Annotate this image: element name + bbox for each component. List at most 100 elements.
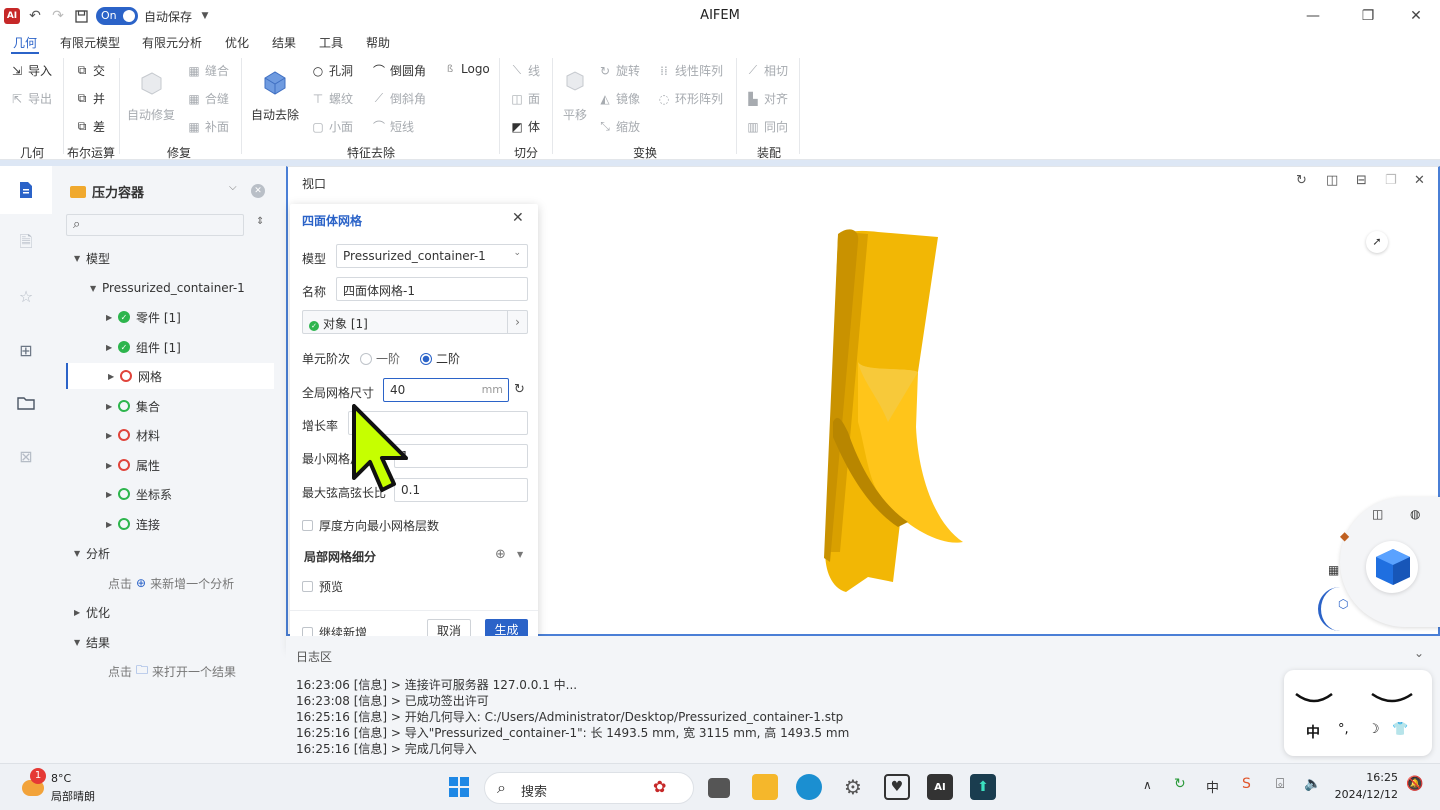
tree-search-input[interactable]: ⌕ — [66, 214, 244, 236]
tree-item-sets[interactable]: ▶ 集合 — [52, 393, 274, 419]
menu-geometry[interactable]: 几何 — [13, 34, 37, 51]
add-refine-icon[interactable]: ⊕ — [495, 547, 506, 562]
rotate-button[interactable]: ↻ 旋转 — [598, 62, 640, 79]
auto-remove-button[interactable]: 自动去除 — [251, 66, 299, 123]
float-window-icon[interactable]: ❐ — [1385, 173, 1397, 188]
start-icon[interactable] — [446, 774, 472, 800]
settings-gear-icon[interactable]: ⚙ — [840, 774, 866, 800]
security-icon[interactable]: ♥ — [884, 774, 910, 800]
tree-item-connections[interactable]: ▶ 连接 — [52, 511, 274, 537]
tree-item-mesh[interactable]: ▶ 网格 — [66, 363, 274, 389]
tree-analysis-node[interactable]: ▼ 分析 — [52, 540, 274, 566]
preview-checkbox[interactable]: 预览 — [302, 578, 343, 595]
view-cube-widget[interactable]: ◫ ◍ ◆ ▦ ⬡ — [1318, 497, 1440, 637]
model-tree-tab-icon[interactable] — [0, 166, 52, 214]
tree-part-file-node[interactable]: ▼ Pressurized_container-1 — [52, 275, 274, 301]
select-cursor-icon[interactable]: ➚ — [1366, 231, 1388, 253]
global-size-input[interactable]: 40 mm — [383, 378, 509, 402]
thickness-layers-checkbox[interactable]: 厚度方向最小网格层数 — [302, 517, 439, 534]
task-view-icon[interactable] — [708, 778, 730, 798]
circular-array-button[interactable]: ◌ 环形阵列 — [657, 90, 723, 107]
chamfer-button[interactable]: ⟋ 倒斜角 — [372, 90, 426, 107]
weather-widget[interactable]: 1 — [20, 768, 46, 800]
favorites-tab-icon[interactable]: ☆ — [12, 282, 40, 310]
menu-help[interactable]: 帮助 — [366, 34, 390, 51]
menu-optimize[interactable]: 优化 — [225, 34, 249, 51]
tree-item-parts[interactable]: ▶ ✓ 零件 [1] — [52, 304, 274, 330]
edge-icon[interactable] — [796, 774, 822, 800]
tree-item-assemblies[interactable]: ▶ ✓ 组件 [1] — [52, 334, 274, 360]
clock-time[interactable]: 16:25 — [1338, 771, 1398, 784]
add-analysis-link[interactable]: 点击 ⊕ 来新增一个分析 — [52, 570, 274, 596]
model-select[interactable]: Pressurized_container-1 ⌄ — [336, 244, 528, 268]
menu-fe-analysis[interactable]: 有限元分析 — [142, 34, 202, 51]
pressure-container-part[interactable] — [768, 222, 968, 607]
aifem-taskbar-icon[interactable]: AI — [927, 774, 953, 800]
split-vertical-icon[interactable]: ◫ — [1326, 173, 1338, 188]
section-view-icon[interactable]: ◫ — [1372, 507, 1383, 521]
folder-tab-icon[interactable] — [12, 389, 40, 417]
refresh-size-icon[interactable]: ↻ — [514, 382, 525, 397]
open-result-link[interactable]: 点击 🗀 来打开一个结果 — [52, 658, 274, 684]
split-horizontal-icon[interactable]: ⊟ — [1356, 173, 1367, 188]
restore-icon[interactable]: ❐ — [1358, 6, 1378, 26]
tree-optimize-node[interactable]: ▶ 优化 — [52, 599, 274, 625]
quick-access-dropdown-icon[interactable]: ▼ — [196, 7, 214, 25]
clock-date[interactable]: 2024/12/12 — [1328, 788, 1398, 801]
short-edge-button[interactable]: ⌒ 短线 — [372, 118, 414, 135]
palette-icon[interactable]: ◍ — [1410, 507, 1420, 521]
tree-results-node[interactable]: ▼ 结果 — [52, 629, 274, 655]
order-first-radio[interactable]: 一阶 — [360, 350, 400, 367]
dialog-close-icon[interactable]: ✕ — [512, 210, 524, 226]
history-tab-icon[interactable]: 🗎 — [12, 230, 40, 258]
mirror-button[interactable]: ◭ 镜像 — [598, 90, 640, 107]
file-explorer-icon[interactable] — [752, 774, 778, 800]
menu-tools[interactable]: 工具 — [319, 34, 343, 51]
small-face-button[interactable]: ▢ 小面 — [311, 118, 353, 135]
max-chord-input[interactable]: 0.1 — [394, 478, 528, 502]
tree-item-materials[interactable]: ▶ 材料 — [52, 422, 274, 448]
thread-button[interactable]: ⊤ 螺纹 — [311, 90, 353, 107]
export-button[interactable]: ⇱ 导出 — [10, 90, 52, 107]
wireframe-view-icon[interactable]: ▦ — [1328, 563, 1339, 577]
redo-icon[interactable]: ↷ — [49, 7, 67, 25]
collapse-log-icon[interactable]: ⌄ — [1414, 646, 1424, 660]
scale-button[interactable]: ⤡ 缩放 — [598, 118, 640, 135]
autosave-toggle[interactable]: On — [96, 7, 138, 25]
sync-icon[interactable]: ↻ — [1174, 776, 1186, 792]
name-input[interactable]: 四面体网格-1 — [336, 277, 528, 301]
logo-button[interactable]: ß Logo — [443, 62, 490, 76]
close-panel-icon[interactable]: ✕ — [251, 184, 265, 198]
translate-button[interactable]: 平移 — [562, 68, 588, 123]
app-taskbar-icon[interactable]: ⬆ — [970, 774, 996, 800]
save-icon[interactable] — [72, 7, 90, 25]
cut-body-button[interactable]: ◩ 体 — [510, 118, 540, 135]
notification-bell-icon[interactable]: 🔕 — [1406, 776, 1423, 792]
subtract-button[interactable]: ⧉ 差 — [75, 118, 105, 135]
intersect-button[interactable]: ⧉ 交 — [75, 62, 105, 79]
linear-array-button[interactable]: ⁞⁞ 线性阵列 — [657, 62, 723, 79]
tree-item-coordinate-systems[interactable]: ▶ 坐标系 — [52, 481, 274, 507]
tangent-button[interactable]: ⟋ 相切 — [746, 62, 788, 79]
coaxial-button[interactable]: ▥ 同向 — [746, 118, 788, 135]
menu-results[interactable]: 结果 — [272, 34, 296, 51]
export-tab-icon[interactable]: ⊠ — [12, 442, 40, 470]
undo-icon[interactable]: ↶ — [26, 7, 44, 25]
cut-line-button[interactable]: ⟍ 线 — [510, 62, 540, 79]
menu-fe-model[interactable]: 有限元模型 — [60, 34, 120, 51]
close-viewport-icon[interactable]: ✕ — [1414, 173, 1425, 188]
network-icon[interactable]: ⌺ — [1276, 776, 1284, 792]
sogou-icon[interactable]: S — [1242, 776, 1251, 792]
union-button[interactable]: ⧉ 并 — [75, 90, 105, 107]
minimize-icon[interactable]: — — [1303, 6, 1323, 26]
cut-face-button[interactable]: ◫ 面 — [510, 90, 540, 107]
close-icon[interactable]: ✕ — [1406, 6, 1426, 26]
fillet-button[interactable]: ⌒ 倒圆角 — [372, 62, 426, 79]
refresh-view-icon[interactable]: ↻ — [1296, 173, 1307, 188]
order-second-radio[interactable]: 二阶 — [420, 350, 460, 367]
expand-refine-icon[interactable]: ▼ — [517, 550, 523, 559]
tree-model-node[interactable]: ▼ 模型 — [52, 245, 274, 271]
auto-repair-button[interactable]: 自动修复 — [127, 68, 175, 123]
taskbar-search[interactable]: ⌕ 搜索 ✿ — [484, 772, 694, 804]
patch-button[interactable]: ▦ 补面 — [187, 118, 229, 135]
